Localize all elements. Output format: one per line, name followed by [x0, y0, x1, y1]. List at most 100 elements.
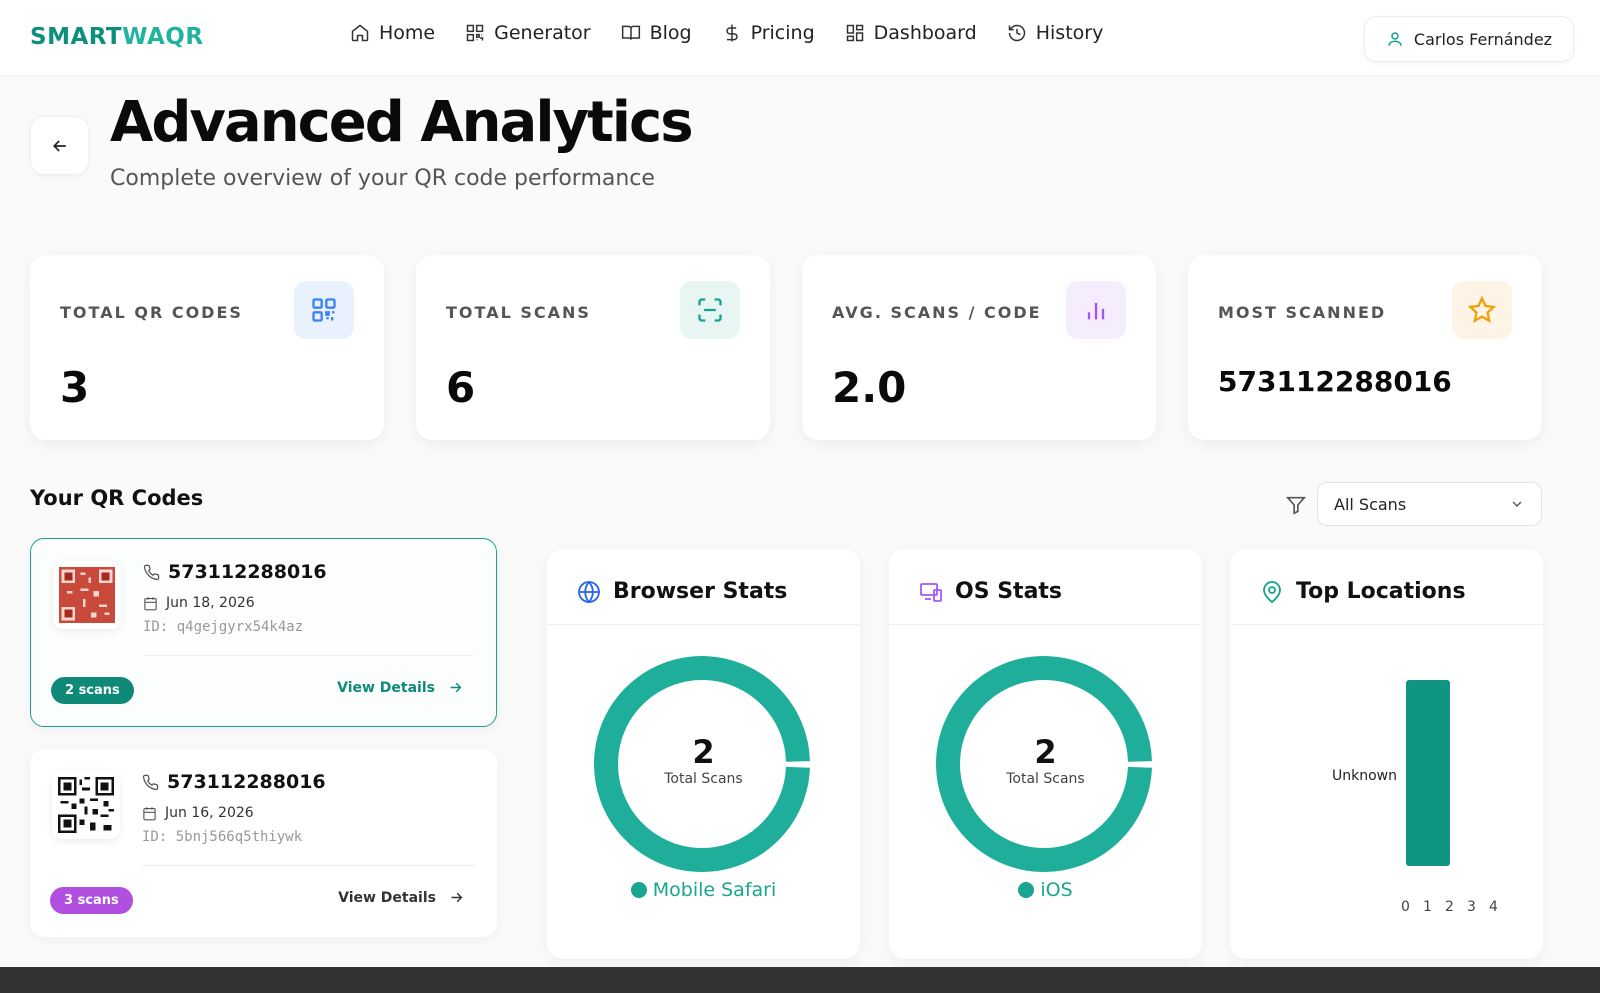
- scan-icon: [698, 298, 722, 322]
- stat-card-total-qr-codes: TOTAL QR CODES 3: [30, 255, 384, 440]
- calendar-icon: [144, 596, 157, 610]
- browser-total-label: Total Scans: [664, 771, 743, 787]
- nav-pricing[interactable]: Pricing: [722, 22, 815, 44]
- globe-icon: [578, 580, 600, 603]
- stat-card-most-scanned: MOST SCANNED 573112288016: [1188, 255, 1542, 440]
- stat-label: AVG. SCANS / CODE: [832, 303, 1042, 322]
- browser-stats-header: Browser Stats: [577, 579, 787, 604]
- scan-filter-select[interactable]: All Scans: [1317, 482, 1542, 526]
- dollar-icon: [725, 24, 738, 42]
- panel-divider: [889, 624, 1202, 625]
- qr-phone: 573112288016: [143, 561, 327, 583]
- x-tick: 4: [1489, 899, 1498, 915]
- x-tick: 3: [1467, 899, 1476, 915]
- nav-dashboard-label: Dashboard: [873, 22, 977, 44]
- star-icon: [1468, 296, 1496, 323]
- top-locations-title: Top Locations: [1296, 579, 1466, 604]
- stat-label: TOTAL QR CODES: [60, 303, 243, 322]
- qr-thumbnail: [52, 771, 120, 839]
- x-tick: 1: [1423, 899, 1432, 915]
- bar-category-label: Unknown: [1332, 768, 1397, 784]
- browser-total-value: 2: [692, 733, 715, 771]
- top-nav: SMARTWAQR Home Generator Blog Pricing Da…: [0, 0, 1600, 76]
- qr-date-text: Jun 16, 2026: [165, 805, 254, 821]
- arrow-right-icon: [451, 892, 463, 903]
- x-tick: 0: [1401, 899, 1410, 915]
- user-menu-button[interactable]: Carlos Fernández: [1364, 16, 1574, 62]
- qr-code-image: [59, 567, 115, 623]
- qr-icon: [466, 24, 484, 42]
- nav-home[interactable]: Home: [350, 22, 435, 44]
- brand-logo[interactable]: SMARTWAQR: [30, 24, 204, 50]
- history-icon: [1008, 24, 1025, 42]
- top-locations-panel: Top Locations Unknown 0 1 2 3 4: [1230, 549, 1543, 959]
- nav-blog[interactable]: Blog: [621, 22, 692, 44]
- browser-legend: Mobile Safari: [547, 879, 860, 901]
- phone-icon: [143, 564, 160, 580]
- qr-codes-section-title: Your QR Codes: [30, 486, 204, 510]
- stat-value: 6: [446, 363, 476, 412]
- calendar-icon: [143, 806, 156, 820]
- arrow-right-icon: [450, 682, 462, 693]
- browser-legend-label: Mobile Safari: [652, 879, 777, 901]
- page-title: Advanced Analytics: [110, 90, 694, 155]
- qr-id: ID: q4gejgyrx54k4az: [143, 619, 304, 635]
- location-bar: [1406, 680, 1450, 866]
- chevron-down-icon: [1512, 501, 1522, 507]
- nav-links: Home Generator Blog Pricing Dashboard Hi…: [350, 22, 1103, 44]
- stat-card-avg-scans: AVG. SCANS / CODE 2.0: [802, 255, 1156, 440]
- bottom-strip: [0, 967, 1600, 993]
- view-details-link[interactable]: View Details: [337, 679, 464, 696]
- qr-date: Jun 16, 2026: [142, 805, 254, 821]
- brand-part-2: WAQR: [122, 24, 204, 50]
- os-stats-header: OS Stats: [919, 579, 1062, 604]
- user-name: Carlos Fernández: [1413, 29, 1553, 49]
- os-legend: iOS: [889, 879, 1202, 901]
- stat-icon-box: [1066, 281, 1126, 339]
- panel-divider: [1230, 624, 1543, 625]
- qr-card-divider: [142, 865, 475, 866]
- qr-card[interactable]: 573112288016 Jun 18, 2026 ID: q4gejgyrx5…: [30, 538, 497, 727]
- qr-id: ID: 5bnj566q5thiywk: [142, 829, 303, 845]
- home-icon: [351, 24, 369, 42]
- brand-part-1: SMART: [30, 24, 123, 50]
- top-locations-header: Top Locations: [1260, 579, 1466, 604]
- legend-dot: [1018, 882, 1035, 898]
- qr-phone: 573112288016: [142, 771, 326, 793]
- os-stats-panel: OS Stats 2 Total Scans iOS: [889, 549, 1202, 959]
- bar-chart-icon: [1087, 303, 1105, 320]
- nav-history[interactable]: History: [1007, 22, 1104, 44]
- devices-icon: [920, 582, 942, 602]
- stat-card-total-scans: TOTAL SCANS 6: [416, 255, 770, 440]
- qr-thumbnail: [53, 561, 121, 629]
- stat-value: 3: [60, 363, 90, 412]
- map-pin-icon: [1263, 580, 1281, 603]
- qr-phone-number: 573112288016: [167, 771, 326, 793]
- nav-blog-label: Blog: [649, 22, 692, 44]
- browser-stats-title: Browser Stats: [613, 579, 788, 604]
- stat-label: TOTAL SCANS: [446, 303, 591, 322]
- back-button[interactable]: [30, 116, 89, 175]
- qr-card[interactable]: 573112288016 Jun 16, 2026 ID: 5bnj566q5t…: [30, 749, 497, 937]
- qr-phone-number: 573112288016: [168, 561, 327, 583]
- scan-filter-value: All Scans: [1334, 494, 1407, 514]
- nav-generator[interactable]: Generator: [465, 22, 591, 44]
- qr-code-image: [58, 777, 114, 833]
- filter-icon[interactable]: [1285, 494, 1307, 516]
- arrow-left-icon: [52, 139, 66, 152]
- panel-divider: [547, 624, 860, 625]
- nav-pricing-label: Pricing: [750, 22, 815, 44]
- qr-date: Jun 18, 2026: [143, 595, 255, 611]
- legend-dot: [630, 882, 647, 898]
- os-stats-title: OS Stats: [955, 579, 1063, 604]
- os-total-label: Total Scans: [1006, 771, 1085, 787]
- view-details-label: View Details: [337, 679, 435, 696]
- book-icon: [621, 25, 640, 40]
- stat-icon-box: [1452, 281, 1512, 339]
- nav-dashboard[interactable]: Dashboard: [845, 22, 977, 44]
- scan-count-badge: 2 scans: [51, 677, 134, 704]
- nav-history-label: History: [1035, 22, 1104, 44]
- view-details-link[interactable]: View Details: [338, 889, 465, 906]
- stat-icon-box: [294, 281, 354, 339]
- stat-value: 573112288016: [1218, 365, 1452, 398]
